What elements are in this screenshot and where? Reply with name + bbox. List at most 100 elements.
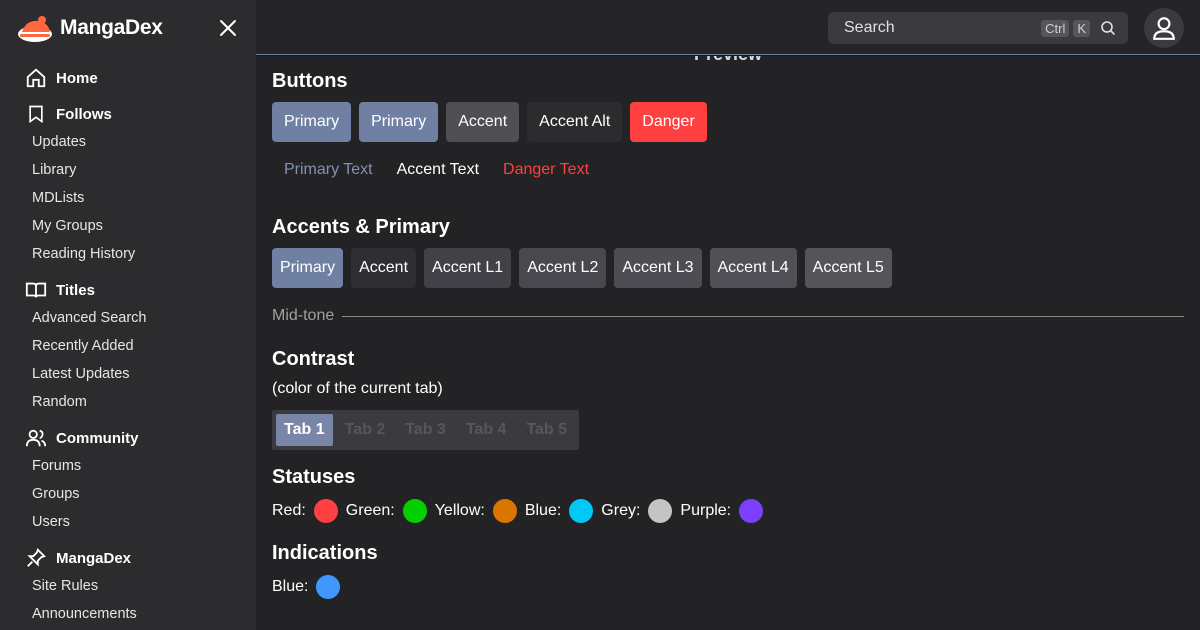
sidebar-item-recently-added[interactable]: Recently Added	[0, 332, 256, 360]
accent-text-button[interactable]: Accent Text	[385, 150, 491, 190]
midtone-divider: Mid-tone	[272, 304, 1184, 328]
close-sidebar-button[interactable]	[216, 16, 240, 40]
status-dot	[313, 499, 338, 523]
indications-heading: Indications	[272, 542, 378, 564]
status-blue: Blue:	[272, 575, 341, 599]
primary-button[interactable]: Primary	[359, 102, 439, 142]
sidebar-item-mangadex[interactable]: MangaDex	[0, 544, 256, 572]
tab-tab-5[interactable]: Tab 5	[518, 414, 575, 446]
home-icon	[24, 66, 48, 90]
sidebar-head-label: Community	[56, 429, 139, 447]
sidebar-item-advanced-search[interactable]: Advanced Search	[0, 304, 256, 332]
book-icon	[24, 278, 48, 302]
sidebar-item-groups[interactable]: Groups	[0, 480, 256, 508]
status-purple: Purple:	[680, 499, 764, 523]
accent-l3-swatch-button[interactable]: Accent L3	[614, 248, 702, 288]
primary-button[interactable]: Primary	[272, 102, 352, 142]
midtone-label: Mid-tone	[272, 307, 335, 324]
text-buttons-row: Primary Text Accent Text Danger Text	[272, 150, 1184, 190]
shortcut-ctrl: Ctrl	[1041, 19, 1070, 37]
user-avatar-button[interactable]	[1144, 8, 1184, 48]
accent-alt-button[interactable]: Accent Alt	[527, 102, 623, 142]
tab-tab-2[interactable]: Tab 2	[337, 414, 394, 446]
pin-icon	[24, 546, 48, 570]
close-icon	[220, 20, 236, 36]
sidebar: MangaDex Home Follows Updates Library MD…	[0, 0, 256, 630]
contrast-note: (color of the current tab)	[272, 380, 443, 397]
sidebar-item-library[interactable]: Library	[0, 156, 256, 184]
sidebar-head-label: Home	[56, 69, 98, 87]
users-icon	[24, 426, 48, 450]
indications-row: Blue:	[272, 574, 1184, 600]
shortcut-k: K	[1073, 19, 1090, 37]
status-yellow: Yellow:	[435, 499, 517, 523]
danger-button[interactable]: Danger	[630, 102, 707, 142]
accent-swatch-button[interactable]: Accent	[351, 248, 417, 288]
sidebar-item-random[interactable]: Random	[0, 388, 256, 416]
status-dot	[739, 499, 764, 523]
status-dot	[492, 499, 517, 523]
bookmark-icon	[24, 102, 48, 126]
sidebar-item-reading-history[interactable]: Reading History	[0, 240, 256, 268]
search-input[interactable]: Search Ctrl K	[828, 12, 1128, 44]
status-red: Red:	[272, 499, 338, 523]
status-green: Green:	[346, 499, 427, 523]
divider-line	[342, 315, 1184, 317]
primary-text-button[interactable]: Primary Text	[272, 150, 385, 190]
status-label: Yellow:	[434, 502, 485, 519]
sidebar-item-forums[interactable]: Forums	[0, 452, 256, 480]
status-label: Green:	[345, 502, 395, 519]
sidebar-item-latest-updates[interactable]: Latest Updates	[0, 360, 256, 388]
preview-title: Preview	[256, 56, 1200, 65]
sidebar-item-titles[interactable]: Titles	[0, 276, 256, 304]
sidebar-head-label: Follows	[56, 105, 112, 123]
status-dot	[316, 575, 341, 599]
statuses-heading: Statuses	[272, 466, 356, 488]
tab-tab-3[interactable]: Tab 3	[397, 414, 454, 446]
sidebar-item-home[interactable]: Home	[0, 64, 256, 92]
sidebar-item-users[interactable]: Users	[0, 508, 256, 536]
status-label: Blue:	[272, 578, 309, 595]
accents-heading: Accents & Primary	[272, 216, 450, 238]
sidebar-item-my-groups[interactable]: My Groups	[0, 212, 256, 240]
buttons-row: Primary Primary Accent Accent Alt Danger	[272, 102, 1184, 142]
sidebar-nav: Home Follows Updates Library MDLists My …	[0, 64, 256, 630]
status-grey: Grey:	[601, 499, 673, 523]
user-icon	[1153, 17, 1175, 40]
sidebar-item-site-rules[interactable]: Site Rules	[0, 572, 256, 600]
sidebar-head-label: Titles	[56, 281, 95, 299]
tab-tab-4[interactable]: Tab 4	[458, 414, 515, 446]
search-placeholder: Search	[844, 19, 895, 36]
status-label: Blue:	[524, 502, 562, 519]
contrast-heading: Contrast	[272, 348, 355, 370]
status-label: Grey:	[601, 502, 641, 519]
sidebar-item-updates[interactable]: Updates	[0, 128, 256, 156]
status-dot	[569, 499, 594, 523]
accent-l1-swatch-button[interactable]: Accent L1	[424, 248, 512, 288]
sidebar-item-mdlists[interactable]: MDLists	[0, 184, 256, 212]
mangadex-logo-icon	[18, 16, 52, 42]
tab-bar: Tab 1 Tab 2 Tab 3 Tab 4 Tab 5	[272, 410, 580, 450]
accent-button[interactable]: Accent	[446, 102, 520, 142]
sidebar-item-announcements[interactable]: Announcements	[0, 600, 256, 628]
status-label: Purple:	[680, 502, 732, 519]
primary-swatch-button[interactable]: Primary	[272, 248, 344, 288]
status-dot	[648, 499, 673, 523]
accent-l5-swatch-button[interactable]: Accent L5	[804, 248, 892, 288]
search-icon	[1101, 21, 1116, 36]
buttons-heading: Buttons	[272, 70, 348, 92]
accent-l2-swatch-button[interactable]: Accent L2	[519, 248, 607, 288]
status-dot	[402, 499, 427, 523]
sidebar-item-follows[interactable]: Follows	[0, 100, 256, 128]
tab-tab-1[interactable]: Tab 1	[276, 414, 333, 446]
danger-text-button[interactable]: Danger Text	[491, 150, 601, 190]
sidebar-head-label: MangaDex	[56, 549, 132, 567]
accent-l4-swatch-button[interactable]: Accent L4	[709, 248, 797, 288]
status-label: Red:	[272, 502, 306, 519]
topbar: Search Ctrl K	[256, 0, 1200, 55]
sidebar-item-community[interactable]: Community	[0, 424, 256, 452]
brand[interactable]: MangaDex	[16, 12, 163, 44]
accents-row: Primary Accent Accent L1 Accent L2 Accent L3…	[272, 248, 1184, 288]
status-blue: Blue:	[524, 499, 594, 523]
main-content: Preview Buttons PrimaryPrimaryAccentAcce…	[256, 56, 1200, 630]
